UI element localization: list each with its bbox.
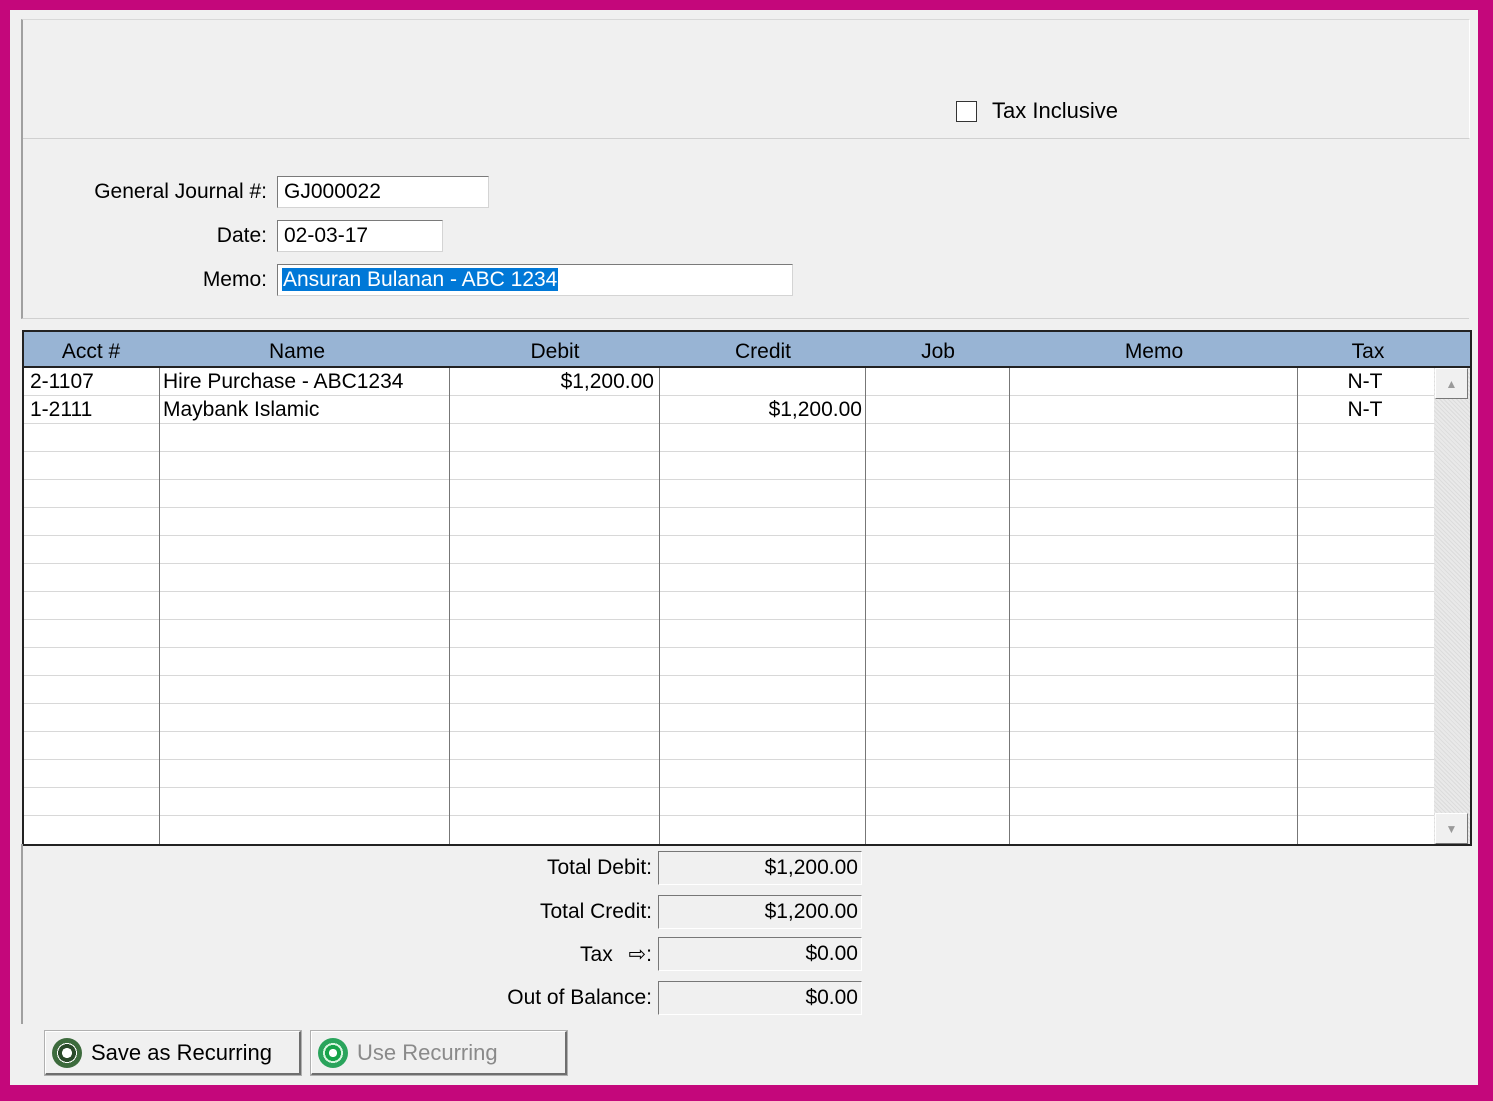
cell-debit[interactable]: [452, 396, 654, 424]
grid-header: Acct # Name Debit Credit Job Memo Tax: [24, 332, 1470, 368]
cell-acct[interactable]: 2-1107: [30, 368, 156, 396]
total-debit-row: Total Debit: $1,200.00: [10, 851, 862, 885]
tax-row: Tax ⇨: $0.00: [10, 937, 862, 971]
memo-field-selected-text: Ansuran Bulanan - ABC 1234: [282, 268, 559, 291]
scroll-down-arrow-icon[interactable]: ▼: [1435, 813, 1468, 844]
save-as-recurring-label: Save as Recurring: [91, 1039, 272, 1065]
tax-label: Tax: [580, 942, 613, 966]
cell-memo[interactable]: [1012, 368, 1294, 396]
cell-acct[interactable]: 1-2111: [30, 396, 156, 424]
use-recurring-label: Use Recurring: [357, 1039, 498, 1065]
cell-memo[interactable]: [1012, 396, 1294, 424]
journal-lines-grid: Acct # Name Debit Credit Job Memo Tax 2-…: [22, 330, 1472, 846]
date-field[interactable]: 02-03-17: [277, 220, 443, 252]
use-recurring-button[interactable]: Use Recurring: [310, 1030, 568, 1076]
column-header-tax[interactable]: Tax: [1298, 332, 1438, 366]
tax-value: $0.00: [658, 937, 862, 971]
total-debit-label: Total Debit:: [546, 856, 652, 879]
out-of-balance-value: $0.00: [658, 981, 862, 1015]
out-of-balance-label: Out of Balance:: [507, 986, 652, 1009]
column-header-memo[interactable]: Memo: [1010, 332, 1298, 366]
column-header-acct[interactable]: Acct #: [24, 332, 158, 366]
grid-scrollbar[interactable]: ▲ ▼: [1434, 368, 1470, 844]
recurring-save-icon: [52, 1037, 82, 1068]
column-header-job[interactable]: Job: [866, 332, 1010, 366]
tax-label-group: Tax ⇨:: [10, 942, 652, 967]
cell-credit[interactable]: $1,200.00: [662, 396, 862, 424]
scroll-up-arrow-icon[interactable]: ▲: [1435, 368, 1468, 399]
general-journal-window: Tax Inclusive General Journal #: GJ00002…: [10, 10, 1478, 1085]
memo-label: Memo:: [202, 268, 267, 291]
tax-arrow-icon[interactable]: ⇨: [629, 943, 647, 966]
table-row[interactable]: 2-1107 Hire Purchase - ABC1234 $1,200.00…: [24, 368, 1434, 396]
cell-job[interactable]: [868, 368, 1008, 396]
journal-number-field[interactable]: GJ000022: [277, 176, 489, 208]
total-credit-row: Total Credit: $1,200.00: [10, 895, 862, 929]
cell-debit[interactable]: $1,200.00: [452, 368, 654, 396]
tax-label-colon: :: [646, 942, 652, 966]
journal-number-row: General Journal #: GJ000022: [23, 176, 489, 208]
date-label: Date:: [216, 224, 267, 247]
total-debit-value: $1,200.00: [658, 851, 862, 885]
cell-name[interactable]: Maybank Islamic: [163, 396, 447, 424]
cell-credit[interactable]: [662, 368, 862, 396]
tax-inclusive-checkbox[interactable]: [956, 100, 977, 122]
cell-tax[interactable]: N-T: [1300, 368, 1430, 396]
column-header-debit[interactable]: Debit: [450, 332, 660, 366]
tax-inclusive-label: Tax Inclusive: [992, 98, 1118, 123]
table-row[interactable]: 1-2111 Maybank Islamic $1,200.00 N-T: [24, 396, 1434, 424]
date-row: Date: 02-03-17: [23, 220, 443, 252]
column-header-credit[interactable]: Credit: [660, 332, 866, 366]
total-credit-label: Total Credit:: [539, 900, 652, 923]
recurring-use-icon: [318, 1037, 348, 1068]
options-panel: Tax Inclusive: [21, 19, 1470, 139]
cell-name[interactable]: Hire Purchase - ABC1234: [163, 368, 447, 396]
memo-field[interactable]: Ansuran Bulanan - ABC 1234: [277, 264, 793, 296]
journal-number-label: General Journal #:: [94, 180, 267, 203]
out-of-balance-row: Out of Balance: $0.00: [10, 981, 862, 1015]
tax-inclusive-option[interactable]: Tax Inclusive: [956, 98, 1118, 124]
column-header-name[interactable]: Name: [160, 332, 434, 366]
save-as-recurring-button[interactable]: Save as Recurring: [44, 1030, 302, 1076]
total-credit-value: $1,200.00: [658, 895, 862, 929]
cell-tax[interactable]: N-T: [1300, 396, 1430, 424]
grid-body: 2-1107 Hire Purchase - ABC1234 $1,200.00…: [24, 368, 1434, 844]
journal-header-form: General Journal #: GJ000022 Date: 02-03-…: [21, 138, 1469, 319]
memo-row: Memo: Ansuran Bulanan - ABC 1234: [23, 264, 793, 296]
cell-job[interactable]: [868, 396, 1008, 424]
